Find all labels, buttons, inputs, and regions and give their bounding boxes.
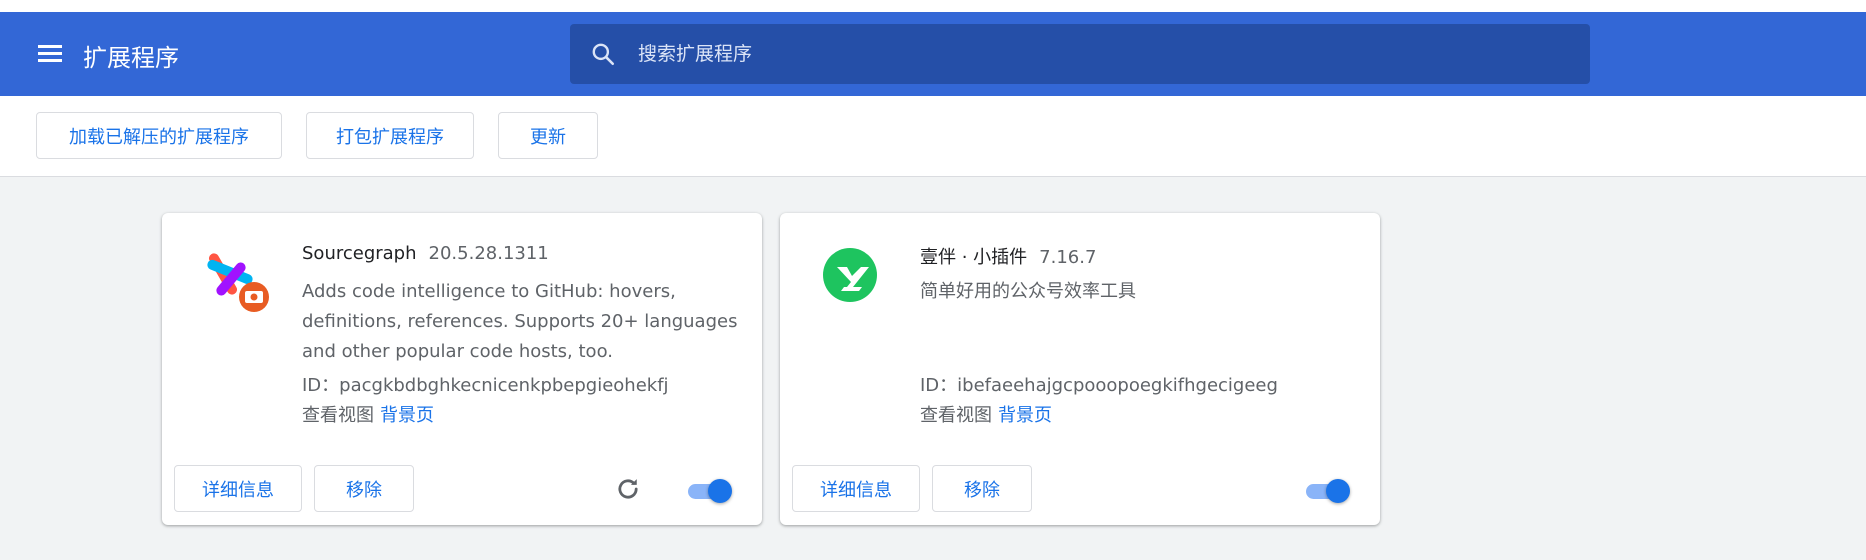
extension-id: ID：ibefaeehajgcpooopoegkifhgecigeeg — [920, 375, 1278, 396]
toggle-knob — [708, 479, 732, 503]
background-page-link[interactable]: 背景页 — [998, 405, 1052, 426]
sourcegraph-logo-icon — [207, 253, 269, 312]
extension-version: 20.5.28.1311 — [428, 243, 549, 264]
toggle-knob — [1326, 479, 1350, 503]
header-bar: 扩展程序 — [0, 12, 1866, 96]
search-icon — [592, 43, 615, 66]
top-strip — [0, 0, 1866, 12]
developer-toolbar: 加载已解压的扩展程序 打包扩展程序 更新 — [0, 96, 1866, 177]
remove-button[interactable]: 移除 — [314, 465, 414, 512]
inspect-views-label: 查看视图 — [302, 405, 374, 426]
pack-extension-button[interactable]: 打包扩展程序 — [306, 112, 474, 159]
extension-card-sourcegraph: Sourcegraph 20.5.28.1311 Adds code intell… — [162, 213, 762, 525]
load-unpacked-button[interactable]: 加载已解压的扩展程序 — [36, 112, 282, 159]
extension-name: 壹伴 · 小插件 — [920, 247, 1028, 268]
inspect-views: 查看视图 背景页 — [302, 401, 434, 427]
search-input[interactable] — [638, 24, 1568, 84]
extension-description: Adds code intelligence to GitHub: hovers… — [302, 281, 738, 362]
hamburger-menu-icon[interactable] — [38, 42, 64, 64]
yiban-logo-icon — [823, 248, 877, 302]
extension-name-line: 壹伴 · 小插件 7.16.7 — [920, 243, 1096, 269]
page-title: 扩展程序 — [83, 44, 179, 72]
enable-toggle[interactable] — [686, 479, 732, 503]
update-button[interactable]: 更新 — [498, 112, 598, 159]
inspect-views-label: 查看视图 — [920, 405, 992, 426]
extension-description: 简单好用的公众号效率工具 — [920, 281, 1136, 302]
reload-icon[interactable] — [614, 475, 642, 503]
extension-id: ID：pacgkbdbghkecnicenkpbepgieohekfj — [302, 375, 669, 396]
inspect-views: 查看视图 背景页 — [920, 401, 1052, 427]
enable-toggle[interactable] — [1304, 479, 1350, 503]
extension-card-yiban: 壹伴 · 小插件 7.16.7 简单好用的公众号效率工具 ID：ibefaeeha… — [780, 213, 1380, 525]
extension-name-line: Sourcegraph 20.5.28.1311 — [302, 243, 549, 264]
details-button[interactable]: 详细信息 — [174, 465, 302, 512]
extension-name: Sourcegraph — [302, 243, 417, 264]
details-button[interactable]: 详细信息 — [792, 465, 920, 512]
search-box[interactable] — [570, 24, 1590, 84]
extension-version: 7.16.7 — [1039, 247, 1097, 268]
remove-button[interactable]: 移除 — [932, 465, 1032, 512]
background-page-link[interactable]: 背景页 — [380, 405, 434, 426]
